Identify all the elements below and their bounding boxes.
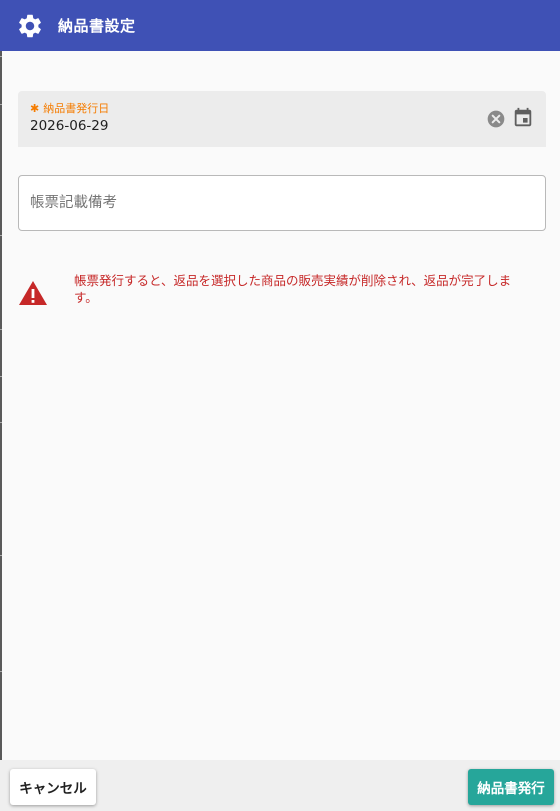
background-edge — [0, 51, 2, 811]
issue-delivery-note-button[interactable]: 納品書発行 — [468, 769, 554, 805]
issue-date-label-text: 納品書発行日 — [43, 102, 110, 115]
issue-date-value[interactable]: 2026-06-29 — [30, 118, 108, 134]
gear-icon — [16, 12, 44, 40]
dialog-title: 納品書設定 — [58, 17, 136, 35]
calendar-icon[interactable] — [512, 107, 534, 129]
issue-date-field[interactable]: ✱ 納品書発行日 2026-06-29 — [18, 91, 546, 147]
dialog-header: 納品書設定 — [0, 0, 560, 51]
warning-triangle-icon — [18, 280, 48, 306]
issue-date-label: ✱ 納品書発行日 — [30, 100, 109, 116]
required-mark: ✱ — [30, 101, 40, 115]
cancel-button[interactable]: キャンセル — [10, 769, 96, 805]
warning-text: 帳票発行すると、返品を選択した商品の販売実績が削除され、返品が完了します。 — [74, 273, 512, 305]
clear-circle-icon[interactable] — [486, 109, 506, 129]
remarks-input[interactable] — [30, 176, 530, 230]
dialog-footer: キャンセル 納品書発行 — [0, 760, 560, 811]
warning-message-box: 帳票発行すると、返品を選択した商品の販売実績が削除され、返品が完了します。 — [18, 272, 548, 306]
remarks-field[interactable] — [18, 175, 546, 231]
